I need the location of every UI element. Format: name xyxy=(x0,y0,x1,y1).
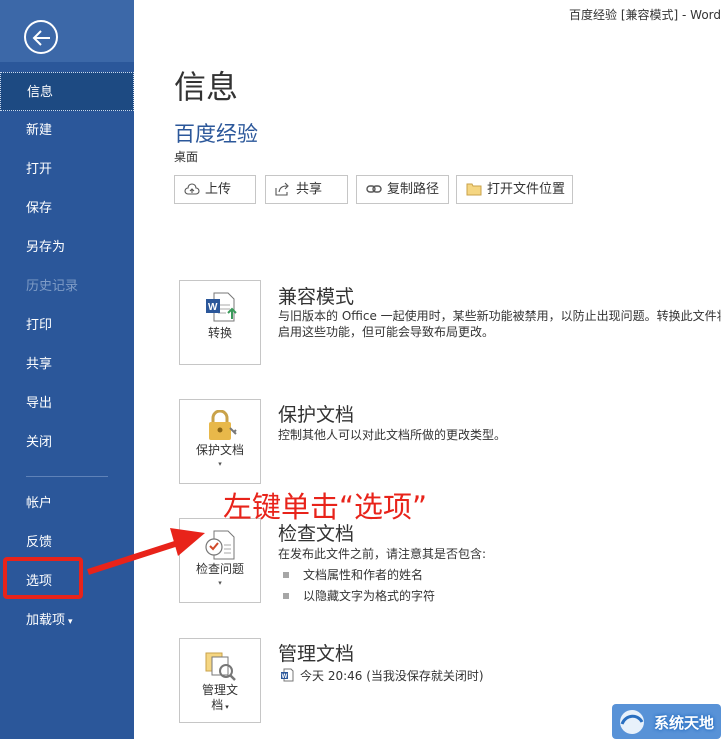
watermark-text: 系统天地 xyxy=(654,714,715,732)
annotation-arrow xyxy=(87,528,205,575)
annotation-text: 左键单击“选项” xyxy=(223,490,428,524)
